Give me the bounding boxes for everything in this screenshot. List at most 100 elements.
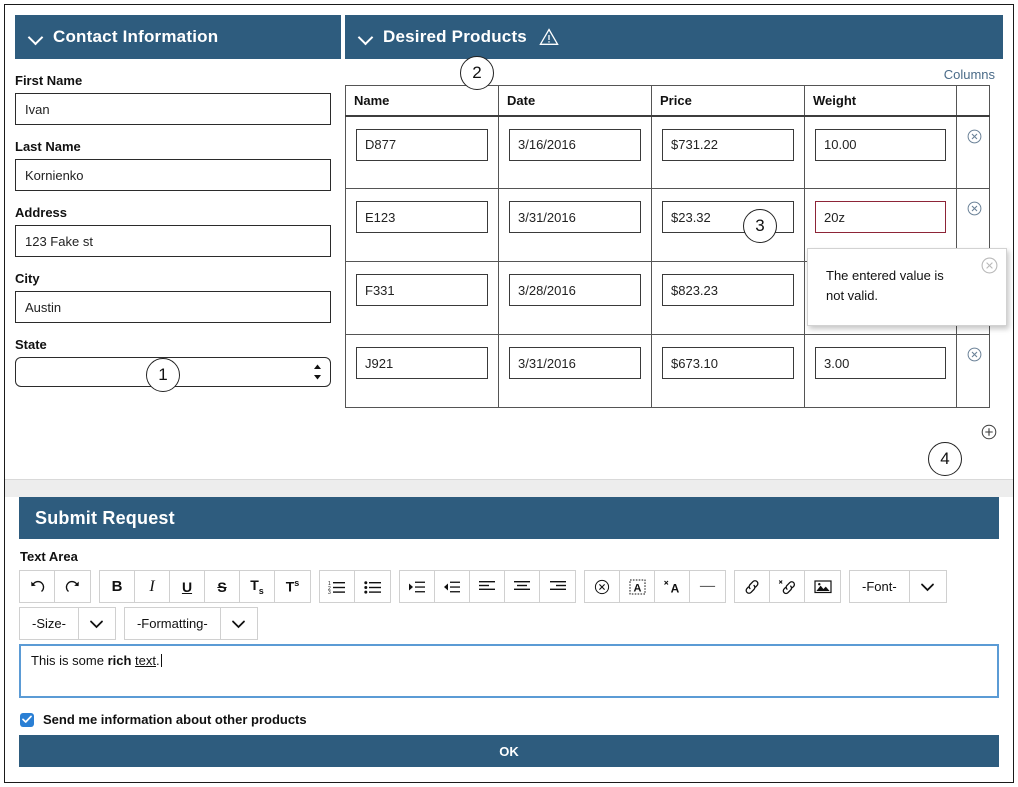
submit-request-panel: Submit Request Text Area B I U S Ts Ts 1… bbox=[5, 497, 1013, 767]
remove-format-icon[interactable]: A bbox=[655, 571, 690, 602]
validation-error-popup: The entered value is not valid. bbox=[807, 248, 1007, 326]
align-left-icon[interactable] bbox=[470, 571, 505, 602]
product-date-input[interactable] bbox=[509, 128, 641, 161]
redo-icon[interactable] bbox=[55, 571, 90, 602]
close-icon[interactable] bbox=[981, 257, 998, 274]
strikethrough-icon[interactable]: S bbox=[205, 571, 240, 602]
text-area-label: Text Area bbox=[20, 549, 78, 564]
first-name-label: First Name bbox=[15, 73, 83, 88]
product-date-input[interactable] bbox=[509, 347, 641, 379]
align-right-icon[interactable] bbox=[540, 571, 575, 602]
history-group bbox=[19, 570, 91, 603]
product-weight-input[interactable] bbox=[815, 347, 946, 379]
svg-text:A: A bbox=[670, 581, 679, 595]
last-name-label: Last Name bbox=[15, 139, 81, 154]
top-section: Contact Information First Name Last Name… bbox=[5, 5, 1013, 479]
product-price-input[interactable] bbox=[662, 128, 794, 161]
first-name-input[interactable] bbox=[15, 93, 331, 125]
product-date-input[interactable] bbox=[509, 274, 641, 306]
text-color-icon[interactable]: A bbox=[620, 571, 655, 602]
rich-text-editor[interactable]: This is some rich text. bbox=[19, 644, 999, 698]
callout-marker-4: 4 bbox=[928, 442, 962, 476]
ordered-list-icon[interactable]: 1 2 3 bbox=[320, 571, 355, 602]
formatting-dropdown-label[interactable]: -Formatting- bbox=[124, 608, 221, 639]
product-name-input[interactable] bbox=[356, 347, 488, 379]
product-date-input[interactable] bbox=[509, 201, 641, 233]
formatting-dropdown[interactable]: -Formatting- bbox=[123, 607, 258, 640]
product-name-input[interactable] bbox=[356, 128, 488, 161]
chevron-down-icon[interactable] bbox=[220, 608, 257, 639]
product-name-input[interactable] bbox=[356, 274, 488, 306]
chevron-down-icon[interactable] bbox=[29, 30, 44, 45]
contact-information-header[interactable]: Contact Information bbox=[15, 15, 341, 59]
table-row bbox=[345, 115, 990, 189]
font-dropdown[interactable]: -Font- bbox=[849, 570, 947, 603]
delete-row-icon[interactable] bbox=[967, 201, 982, 216]
link-icon[interactable] bbox=[735, 571, 770, 602]
chevron-down-icon[interactable] bbox=[78, 608, 115, 639]
callout-marker-3: 3 bbox=[743, 209, 777, 243]
editor-text-underline: text bbox=[135, 653, 157, 668]
indent-icon[interactable] bbox=[400, 571, 435, 602]
callout-marker-1: 1 bbox=[146, 358, 180, 392]
italic-icon[interactable]: I bbox=[135, 571, 170, 602]
warning-triangle-icon bbox=[539, 28, 559, 46]
desired-products-header[interactable]: Desired Products bbox=[345, 15, 1003, 59]
size-dropdown-label[interactable]: -Size- bbox=[20, 608, 79, 639]
image-icon[interactable] bbox=[805, 571, 840, 602]
undo-icon[interactable] bbox=[20, 571, 55, 602]
city-field-group: City bbox=[5, 271, 345, 323]
unlink-icon[interactable] bbox=[770, 571, 805, 602]
city-label: City bbox=[15, 271, 40, 286]
ok-button[interactable]: OK bbox=[19, 735, 999, 767]
column-header-weight[interactable]: Weight bbox=[804, 85, 957, 117]
product-price-input[interactable] bbox=[662, 347, 794, 379]
product-name-input[interactable] bbox=[356, 201, 488, 233]
column-header-date[interactable]: Date bbox=[498, 85, 652, 117]
horizontal-rule-icon[interactable]: — bbox=[690, 571, 725, 602]
column-header-name[interactable]: Name bbox=[345, 85, 499, 117]
validation-error-message: The entered value is not valid. bbox=[826, 268, 944, 303]
columns-link[interactable]: Columns bbox=[944, 67, 995, 82]
chevron-down-icon[interactable] bbox=[909, 571, 946, 602]
contact-information-title: Contact Information bbox=[53, 27, 219, 46]
products-table: Name Date Price Weight bbox=[345, 85, 990, 408]
clear-formatting-icon[interactable] bbox=[585, 571, 620, 602]
newsletter-checkbox[interactable] bbox=[20, 712, 34, 727]
address-label: Address bbox=[15, 205, 68, 220]
address-input[interactable] bbox=[15, 225, 331, 257]
svg-text:3: 3 bbox=[328, 590, 331, 594]
text-style-group: B I U S Ts Ts bbox=[99, 570, 311, 603]
align-group bbox=[399, 570, 576, 603]
unordered-list-icon[interactable] bbox=[355, 571, 390, 602]
delete-row-icon[interactable] bbox=[967, 347, 982, 362]
superscript-icon[interactable]: Ts bbox=[275, 571, 310, 602]
submit-request-header: Submit Request bbox=[19, 497, 999, 539]
svg-text:A: A bbox=[633, 582, 641, 594]
size-dropdown[interactable]: -Size- bbox=[19, 607, 116, 640]
subscript-icon[interactable]: Ts bbox=[240, 571, 275, 602]
last-name-input[interactable] bbox=[15, 159, 331, 191]
column-header-actions bbox=[956, 85, 990, 117]
align-center-icon[interactable] bbox=[505, 571, 540, 602]
outdent-icon[interactable] bbox=[435, 571, 470, 602]
chevron-down-icon[interactable] bbox=[359, 30, 374, 45]
address-field-group: Address bbox=[5, 205, 345, 257]
product-weight-input[interactable] bbox=[815, 128, 946, 161]
city-input[interactable] bbox=[15, 291, 331, 323]
underline-icon[interactable]: U bbox=[170, 571, 205, 602]
product-price-input[interactable] bbox=[662, 274, 794, 306]
insert-group bbox=[734, 570, 841, 603]
bold-icon[interactable]: B bbox=[100, 571, 135, 602]
add-row-icon[interactable] bbox=[981, 424, 997, 440]
font-dropdown-label[interactable]: -Font- bbox=[850, 571, 910, 602]
delete-row-icon[interactable] bbox=[967, 129, 982, 144]
column-header-price[interactable]: Price bbox=[651, 85, 805, 117]
editor-text-bold: rich bbox=[107, 653, 132, 668]
checkmark-icon bbox=[22, 715, 32, 723]
submit-request-title: Submit Request bbox=[35, 507, 175, 528]
text-cursor bbox=[160, 654, 162, 667]
product-weight-input-invalid[interactable] bbox=[815, 201, 946, 233]
columns-bar: Columns bbox=[345, 59, 1013, 85]
newsletter-checkbox-row: Send me information about other products bbox=[20, 712, 999, 727]
